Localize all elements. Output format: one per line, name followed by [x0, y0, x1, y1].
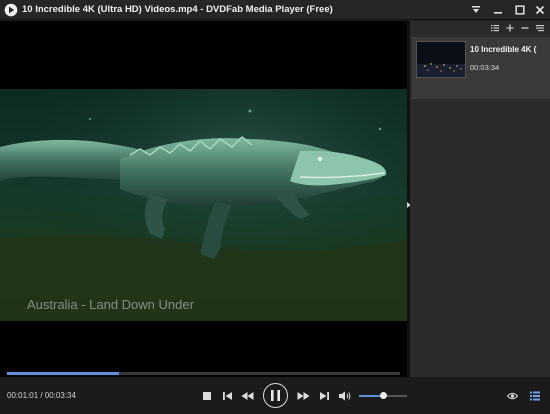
- stop-icon: [203, 392, 211, 400]
- playlist-toolbar: [410, 21, 550, 35]
- close-button[interactable]: [532, 2, 548, 18]
- video-caption-text: Australia - Land Down Under: [27, 297, 194, 312]
- playlist-menu-button[interactable]: [535, 23, 545, 33]
- stop-button[interactable]: [202, 391, 212, 401]
- title-bar: 10 Incredible 4K (Ultra HD) Videos.mp4 -…: [0, 0, 550, 20]
- eye-icon: [506, 392, 518, 400]
- menu-icon: [536, 25, 544, 32]
- list-view-icon: [491, 25, 499, 32]
- playlist-item-thumbnail: [416, 41, 466, 78]
- crocodile-video-image: [0, 89, 407, 321]
- next-button[interactable]: [318, 390, 330, 402]
- playlist-view-button[interactable]: [490, 23, 500, 33]
- previous-button[interactable]: [222, 390, 234, 402]
- view-mode-button[interactable]: [506, 390, 518, 402]
- video-frame: [0, 89, 407, 321]
- close-icon: [535, 5, 545, 15]
- minimize-icon: [494, 12, 502, 14]
- playlist-item-title: 10 Incredible 4K (: [470, 45, 537, 54]
- playlist-toggle-button[interactable]: [529, 390, 541, 402]
- rewind-button[interactable]: [240, 390, 254, 402]
- video-area[interactable]: Australia - Land Down Under: [0, 21, 407, 377]
- minimize-button[interactable]: [490, 2, 506, 18]
- plus-icon: [506, 24, 514, 32]
- speaker-icon: [339, 391, 351, 401]
- playlist-item-duration: 00:03:34: [470, 63, 500, 72]
- control-bar: 00:01:01 / 00:03:34: [0, 377, 550, 414]
- next-icon: [320, 392, 329, 400]
- time-display: 00:01:01 / 00:03:34: [7, 391, 76, 400]
- minus-icon: [521, 27, 529, 29]
- fast-forward-icon: [297, 392, 309, 400]
- window-title: 10 Incredible 4K (Ultra HD) Videos.mp4 -…: [22, 4, 333, 15]
- pause-icon: [271, 390, 280, 401]
- add-to-playlist-button[interactable]: [505, 23, 515, 33]
- mini-mode-icon: [472, 6, 480, 13]
- maximize-button[interactable]: [512, 2, 528, 18]
- playlist-panel: 10 Incredible 4K ( 00:03:34: [410, 21, 550, 377]
- pause-button[interactable]: [263, 383, 288, 408]
- volume-slider[interactable]: [359, 392, 407, 399]
- maximize-icon: [515, 5, 525, 15]
- volume-button[interactable]: [338, 390, 352, 402]
- remove-from-playlist-button[interactable]: [520, 23, 530, 33]
- dvdfab-logo-icon: [4, 3, 18, 17]
- mini-mode-button[interactable]: [468, 2, 484, 18]
- seek-bar[interactable]: [7, 372, 400, 375]
- playlist-icon: [530, 391, 540, 401]
- previous-icon: [223, 392, 232, 400]
- fast-forward-button[interactable]: [296, 390, 310, 402]
- rewind-icon: [241, 392, 253, 400]
- seek-bar-played: [7, 372, 119, 375]
- volume-slider-knob[interactable]: [379, 392, 387, 399]
- playlist-item[interactable]: 10 Incredible 4K ( 00:03:34: [412, 37, 550, 99]
